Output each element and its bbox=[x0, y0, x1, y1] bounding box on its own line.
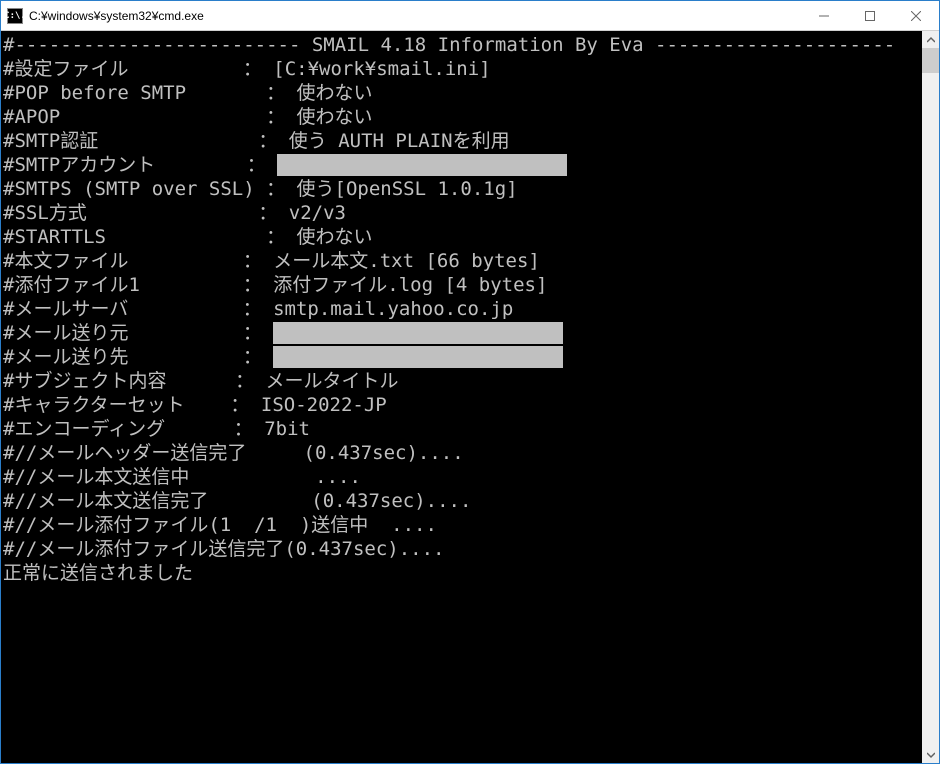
console-line: #SMTP認証 ： 使う AUTH PLAINを利用 bbox=[3, 129, 922, 153]
console-line: #添付ファイル1 ： 添付ファイル.log [4 bytes] bbox=[3, 273, 922, 297]
chevron-down-icon bbox=[927, 751, 935, 759]
redacted-value bbox=[277, 154, 567, 176]
console-output: #------------------------- SMAIL 4.18 In… bbox=[1, 31, 922, 763]
console-line: #APOP ： 使わない bbox=[3, 105, 922, 129]
console-line: #SSL方式 ： v2/v3 bbox=[3, 201, 922, 225]
scroll-thumb[interactable] bbox=[922, 48, 939, 73]
chevron-up-icon bbox=[927, 36, 935, 44]
console-line: #SMTPアカウント ： bbox=[3, 153, 922, 177]
console-line: #//メール添付ファイル(1 /1 )送信中 .... bbox=[3, 513, 922, 537]
close-icon bbox=[911, 11, 921, 21]
maximize-icon bbox=[865, 11, 875, 21]
window-controls bbox=[801, 1, 939, 30]
redacted-value bbox=[273, 346, 563, 368]
cmd-icon: C:\. bbox=[7, 8, 23, 24]
scroll-down-button[interactable] bbox=[922, 746, 939, 763]
redacted-value bbox=[273, 322, 563, 344]
console-line: #エンコーディング ： 7bit bbox=[3, 417, 922, 441]
console-line: #//メール添付ファイル送信完了(0.437sec).... bbox=[3, 537, 922, 561]
vertical-scrollbar[interactable] bbox=[922, 31, 939, 763]
scroll-up-button[interactable] bbox=[922, 31, 939, 48]
minimize-button[interactable] bbox=[801, 1, 847, 30]
console-line: #SMTPS (SMTP over SSL) ： 使う[OpenSSL 1.0.… bbox=[3, 177, 922, 201]
scroll-track[interactable] bbox=[922, 48, 939, 746]
close-button[interactable] bbox=[893, 1, 939, 30]
console-line: #サブジェクト内容 ： メールタイトル bbox=[3, 369, 922, 393]
console-area: #------------------------- SMAIL 4.18 In… bbox=[1, 31, 939, 763]
minimize-icon bbox=[819, 11, 829, 21]
console-line: #メール送り先 ： bbox=[3, 345, 922, 369]
console-line: #//メール本文送信中 .... bbox=[3, 465, 922, 489]
console-line: #メール送り元 ： bbox=[3, 321, 922, 345]
console-line: #STARTTLS ： 使わない bbox=[3, 225, 922, 249]
console-line: #POP before SMTP ： 使わない bbox=[3, 81, 922, 105]
console-line: #------------------------- SMAIL 4.18 In… bbox=[3, 33, 922, 57]
console-line: 正常に送信されました bbox=[3, 561, 922, 585]
maximize-button[interactable] bbox=[847, 1, 893, 30]
console-line: #キャラクターセット ： ISO-2022-JP bbox=[3, 393, 922, 417]
console-line: #設定ファイル ： [C:¥work¥smail.ini] bbox=[3, 57, 922, 81]
cmd-window: C:\. C:¥windows¥system32¥cmd.exe #------… bbox=[0, 0, 940, 764]
console-line: #//メールヘッダー送信完了 (0.437sec).... bbox=[3, 441, 922, 465]
titlebar[interactable]: C:\. C:¥windows¥system32¥cmd.exe bbox=[1, 1, 939, 31]
console-line: #メールサーバ ： smtp.mail.yahoo.co.jp bbox=[3, 297, 922, 321]
console-line: #本文ファイル ： メール本文.txt [66 bytes] bbox=[3, 249, 922, 273]
console-line: #//メール本文送信完了 (0.437sec).... bbox=[3, 489, 922, 513]
window-title: C:¥windows¥system32¥cmd.exe bbox=[29, 9, 801, 23]
